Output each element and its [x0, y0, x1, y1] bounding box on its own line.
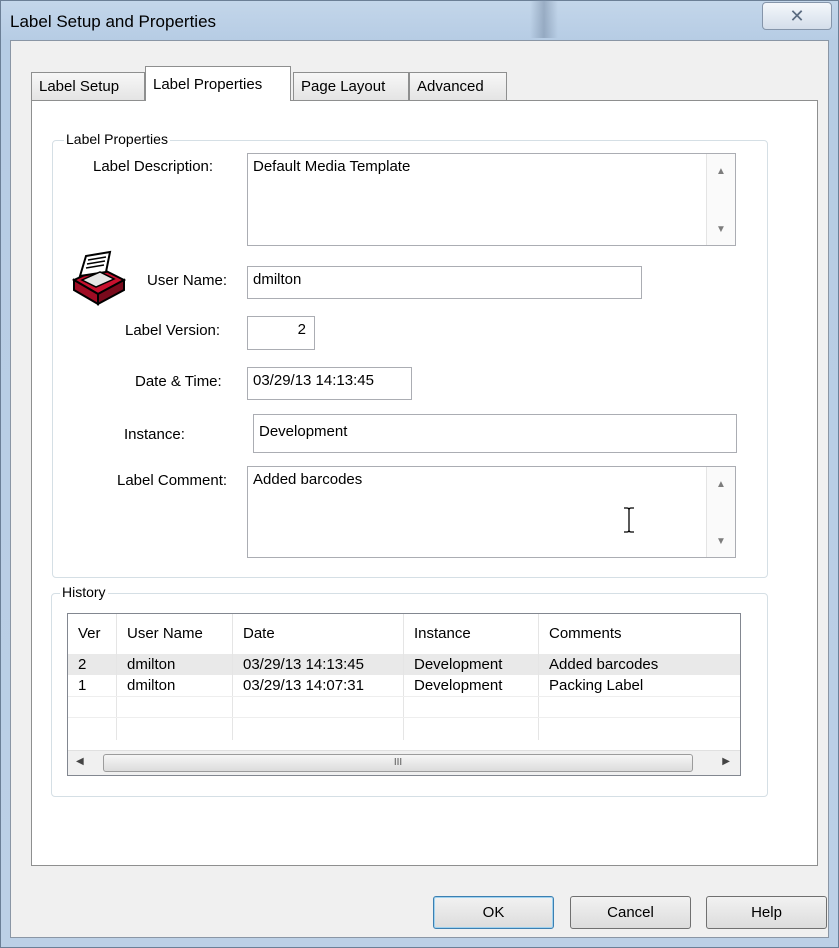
cancel-button[interactable]: Cancel — [570, 896, 691, 929]
history-cell — [539, 697, 740, 718]
column-header-instance[interactable]: Instance — [404, 614, 539, 654]
scroll-right-icon[interactable]: ▶ — [722, 756, 730, 767]
history-cell: Added barcodes — [549, 656, 659, 673]
close-icon: ✕ — [789, 5, 805, 26]
column-header-comments[interactable]: Comments — [539, 614, 740, 654]
label-comment-value: Added barcodes — [253, 471, 363, 488]
tab-page-layout[interactable]: Page Layout — [293, 72, 409, 100]
label-comment-label: Label Comment: — [117, 472, 228, 489]
description-scrollbar[interactable]: ▲ ▼ — [706, 154, 735, 245]
history-row-empty[interactable] — [68, 717, 740, 740]
scroll-down-icon[interactable]: ▼ — [707, 224, 735, 235]
history-cell: 03/29/13 14:13:45 — [233, 654, 404, 675]
history-cell: dmilton — [117, 675, 233, 696]
scrollbar-thumb[interactable]: III — [103, 754, 693, 772]
history-cell — [233, 718, 404, 740]
history-cell: dmilton — [117, 654, 233, 675]
scroll-up-icon[interactable]: ▲ — [707, 479, 735, 490]
label-properties-group-title: Label Properties — [64, 131, 170, 147]
label-printer-icon — [71, 250, 127, 306]
date-time-label: Date & Time: — [135, 373, 222, 390]
column-header-ver[interactable]: Ver — [68, 614, 117, 654]
user-name-label: User Name: — [147, 272, 228, 289]
title-bar-sheen — [530, 0, 558, 38]
history-cell — [404, 718, 539, 740]
tab-label-setup[interactable]: Label Setup — [31, 72, 145, 100]
history-row[interactable]: 1 dmilton 03/29/13 14:07:31 Development … — [68, 675, 740, 696]
history-cell — [117, 697, 233, 718]
window-title: Label Setup and Properties — [10, 12, 217, 31]
column-header-date[interactable]: Date — [233, 614, 404, 654]
history-list[interactable]: Ver User Name Date Instance Comments 2 d… — [67, 613, 741, 776]
instance-field[interactable]: Development — [253, 414, 737, 453]
history-cell: 03/29/13 14:07:31 — [233, 675, 404, 696]
instance-label: Instance: — [124, 426, 185, 443]
history-cell: Packing Label — [549, 677, 644, 694]
label-comment-field[interactable]: Added barcodes ▲ ▼ — [247, 466, 736, 558]
history-row[interactable]: 2 dmilton 03/29/13 14:13:45 Development … — [68, 654, 740, 675]
history-cell — [68, 697, 117, 718]
history-row-empty[interactable] — [68, 696, 740, 718]
label-version-field[interactable]: 2 — [247, 316, 315, 350]
history-cell — [539, 718, 740, 740]
text-cursor-icon — [624, 507, 634, 533]
label-version-label: Label Version: — [125, 322, 221, 339]
scroll-left-icon[interactable]: ◀ — [76, 756, 84, 767]
title-bar[interactable]: Label Setup and Properties ✕ — [0, 0, 839, 38]
tab-label-properties[interactable]: Label Properties — [145, 66, 291, 101]
history-horizontal-scrollbar[interactable]: ◀ III ▶ — [68, 750, 740, 775]
scroll-down-icon[interactable]: ▼ — [707, 536, 735, 547]
ok-button[interactable]: OK — [433, 896, 554, 929]
history-cell: 2 — [68, 654, 117, 675]
history-cell — [233, 697, 404, 718]
history-group-title: History — [60, 584, 108, 600]
scroll-up-icon[interactable]: ▲ — [707, 166, 735, 177]
label-description-label: Label Description: — [93, 158, 214, 175]
close-button[interactable]: ✕ — [762, 2, 832, 30]
history-cell: 1 — [68, 675, 117, 696]
comment-scrollbar[interactable]: ▲ ▼ — [706, 467, 735, 557]
history-cell: Development — [404, 675, 539, 696]
date-time-field[interactable]: 03/29/13 14:13:45 — [247, 367, 412, 400]
history-cell — [68, 718, 117, 740]
history-cell — [404, 697, 539, 718]
label-description-value: Default Media Template — [253, 158, 411, 175]
label-description-field[interactable]: Default Media Template ▲ ▼ — [247, 153, 736, 246]
tab-advanced[interactable]: Advanced — [409, 72, 507, 100]
column-header-user-name[interactable]: User Name — [117, 614, 233, 654]
history-cell — [117, 718, 233, 740]
help-button[interactable]: Help — [706, 896, 827, 929]
history-cell: Development — [404, 654, 539, 675]
user-name-field[interactable]: dmilton — [247, 266, 642, 299]
history-header-row: Ver User Name Date Instance Comments — [68, 614, 740, 654]
